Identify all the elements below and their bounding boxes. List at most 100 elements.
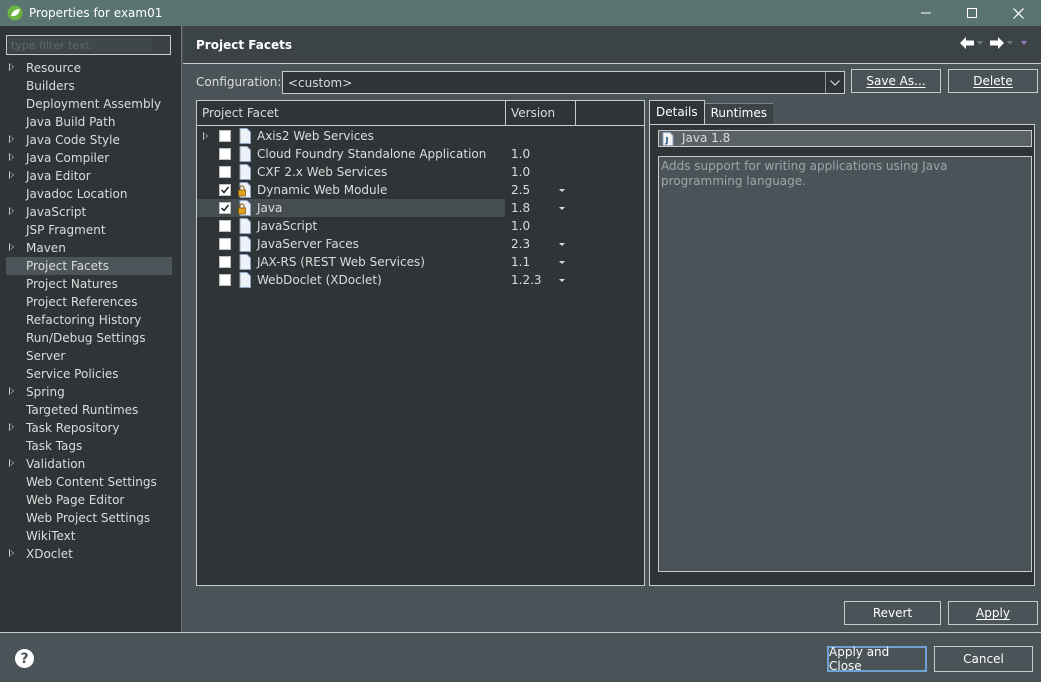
facet-checkbox[interactable] bbox=[219, 166, 231, 178]
forward-dropdown-icon[interactable] bbox=[1007, 41, 1013, 45]
sidebar-item-java-build-path[interactable]: Java Build Path bbox=[0, 113, 182, 131]
maximize-button[interactable] bbox=[949, 0, 995, 26]
facet-version[interactable]: 1.0 bbox=[511, 217, 530, 235]
sidebar-item-web-page-editor[interactable]: Web Page Editor bbox=[0, 491, 182, 509]
sidebar-item-java-code-style[interactable]: Java Code Style bbox=[0, 131, 182, 149]
sidebar-item-spring[interactable]: Spring bbox=[0, 383, 182, 401]
close-button[interactable] bbox=[995, 0, 1041, 26]
table-row[interactable]: WebDoclet (XDoclet) 1.2.3 bbox=[197, 271, 644, 289]
sidebar-item-resource[interactable]: Resource bbox=[0, 59, 182, 77]
sidebar-item-run-debug-settings[interactable]: Run/Debug Settings bbox=[0, 329, 182, 347]
facet-checkbox[interactable] bbox=[219, 184, 231, 196]
expand-triangle-icon[interactable] bbox=[9, 207, 14, 215]
facet-checkbox[interactable] bbox=[219, 130, 231, 142]
expand-triangle-icon[interactable] bbox=[9, 63, 14, 71]
apply-button[interactable]: Apply bbox=[948, 601, 1038, 625]
table-row[interactable]: Dynamic Web Module 2.5 bbox=[197, 181, 644, 199]
sidebar-item-refactoring-history[interactable]: Refactoring History bbox=[0, 311, 182, 329]
revert-button[interactable]: Revert bbox=[844, 601, 941, 625]
facet-name: Axis2 Web Services bbox=[257, 129, 374, 143]
table-row[interactable]: JavaServer Faces 2.3 bbox=[197, 235, 644, 253]
tab-details[interactable]: Details bbox=[649, 100, 705, 124]
sidebar-item-project-facets[interactable]: Project Facets bbox=[6, 257, 172, 275]
sidebar-item-javadoc-location[interactable]: Javadoc Location bbox=[0, 185, 182, 203]
apply-and-close-button[interactable]: Apply and Close bbox=[827, 645, 927, 673]
sidebar-item-label: XDoclet bbox=[26, 547, 73, 561]
expand-triangle-icon[interactable] bbox=[9, 171, 14, 179]
expand-triangle-icon[interactable] bbox=[9, 387, 14, 395]
version-dropdown-icon[interactable] bbox=[559, 279, 565, 282]
sidebar-item-task-repository[interactable]: Task Repository bbox=[0, 419, 182, 437]
sidebar-item-java-compiler[interactable]: Java Compiler bbox=[0, 149, 182, 167]
expand-triangle-icon[interactable] bbox=[9, 423, 14, 431]
preference-tree: Resource Builders Deployment Assembly Java … bbox=[0, 59, 182, 563]
expand-triangle-icon[interactable] bbox=[9, 459, 14, 467]
facet-checkbox[interactable] bbox=[219, 274, 231, 286]
back-dropdown-icon[interactable] bbox=[977, 41, 983, 45]
sidebar-item-builders[interactable]: Builders bbox=[0, 77, 182, 95]
facet-checkbox[interactable] bbox=[219, 238, 231, 250]
table-row[interactable]: Axis2 Web Services bbox=[197, 127, 644, 145]
facet-version[interactable]: 2.3 bbox=[511, 235, 530, 253]
table-row[interactable]: JAX-RS (REST Web Services) 1.1 bbox=[197, 253, 644, 271]
sidebar-item-validation[interactable]: Validation bbox=[0, 455, 182, 473]
view-menu-icon[interactable] bbox=[1021, 41, 1027, 45]
table-row[interactable]: Java 1.8 bbox=[197, 199, 565, 217]
tab-runtimes[interactable]: Runtimes bbox=[704, 103, 773, 124]
back-arrow-icon[interactable] bbox=[959, 36, 975, 50]
sidebar-item-javascript[interactable]: JavaScript bbox=[0, 203, 182, 221]
check-icon bbox=[220, 186, 230, 194]
version-dropdown-icon[interactable] bbox=[559, 243, 565, 246]
facet-page-icon bbox=[239, 254, 251, 270]
facet-version[interactable]: 1.8 bbox=[511, 199, 530, 217]
sidebar-item-jsp-fragment[interactable]: JSP Fragment bbox=[0, 221, 182, 239]
cancel-button[interactable]: Cancel bbox=[934, 646, 1033, 672]
version-dropdown-icon[interactable] bbox=[559, 207, 565, 210]
expand-triangle-icon[interactable] bbox=[9, 153, 14, 161]
facet-checkbox[interactable] bbox=[219, 202, 231, 214]
facet-version[interactable]: 1.1 bbox=[511, 253, 530, 271]
help-icon[interactable]: ? bbox=[15, 649, 34, 668]
facet-version[interactable]: 1.2.3 bbox=[511, 271, 542, 289]
forward-arrow-icon[interactable] bbox=[989, 36, 1005, 50]
column-header-version[interactable]: Version bbox=[511, 106, 555, 120]
column-header-facet[interactable]: Project Facet bbox=[202, 106, 279, 120]
expand-triangle-icon[interactable] bbox=[203, 132, 208, 140]
chevron-down-icon[interactable] bbox=[825, 72, 844, 93]
sidebar-item-label: Validation bbox=[26, 457, 86, 471]
facet-checkbox[interactable] bbox=[219, 220, 231, 232]
sidebar-item-project-references[interactable]: Project References bbox=[0, 293, 182, 311]
sidebar-item-wikitext[interactable]: WikiText bbox=[0, 527, 182, 545]
version-dropdown-icon[interactable] bbox=[559, 261, 565, 264]
minimize-button[interactable] bbox=[903, 0, 949, 26]
table-row[interactable]: Cloud Foundry Standalone Application 1.0 bbox=[197, 145, 644, 163]
expand-triangle-icon[interactable] bbox=[9, 135, 14, 143]
table-row[interactable]: JavaScript 1.0 bbox=[197, 217, 644, 235]
sidebar-item-server[interactable]: Server bbox=[0, 347, 182, 365]
configuration-select[interactable]: <custom> bbox=[282, 71, 845, 94]
sidebar-item-xdoclet[interactable]: XDoclet bbox=[0, 545, 182, 563]
facet-checkbox[interactable] bbox=[219, 256, 231, 268]
sidebar-item-web-content-settings[interactable]: Web Content Settings bbox=[0, 473, 182, 491]
facet-page-icon bbox=[239, 218, 251, 234]
save-as-button[interactable]: Save As... bbox=[851, 69, 941, 93]
expand-triangle-icon[interactable] bbox=[9, 549, 14, 557]
sidebar-item-service-policies[interactable]: Service Policies bbox=[0, 365, 182, 383]
sidebar-item-targeted-runtimes[interactable]: Targeted Runtimes bbox=[0, 401, 182, 419]
facet-version[interactable]: 1.0 bbox=[511, 163, 530, 181]
expand-triangle-icon[interactable] bbox=[9, 243, 14, 251]
dialog-footer: ? Apply and Close Cancel bbox=[0, 632, 1041, 682]
sidebar-item-project-natures[interactable]: Project Natures bbox=[0, 275, 182, 293]
facet-version[interactable]: 1.0 bbox=[511, 145, 530, 163]
sidebar-item-task-tags[interactable]: Task Tags bbox=[0, 437, 182, 455]
version-dropdown-icon[interactable] bbox=[559, 189, 565, 192]
sidebar-item-web-project-settings[interactable]: Web Project Settings bbox=[0, 509, 182, 527]
sidebar-item-java-editor[interactable]: Java Editor bbox=[0, 167, 182, 185]
filter-input[interactable]: type filter text bbox=[6, 35, 171, 55]
facet-version[interactable]: 2.5 bbox=[511, 181, 530, 199]
delete-button[interactable]: Delete bbox=[948, 69, 1038, 93]
facet-checkbox[interactable] bbox=[219, 148, 231, 160]
table-row[interactable]: CXF 2.x Web Services 1.0 bbox=[197, 163, 644, 181]
sidebar-item-maven[interactable]: Maven bbox=[0, 239, 182, 257]
sidebar-item-deployment-assembly[interactable]: Deployment Assembly bbox=[0, 95, 182, 113]
